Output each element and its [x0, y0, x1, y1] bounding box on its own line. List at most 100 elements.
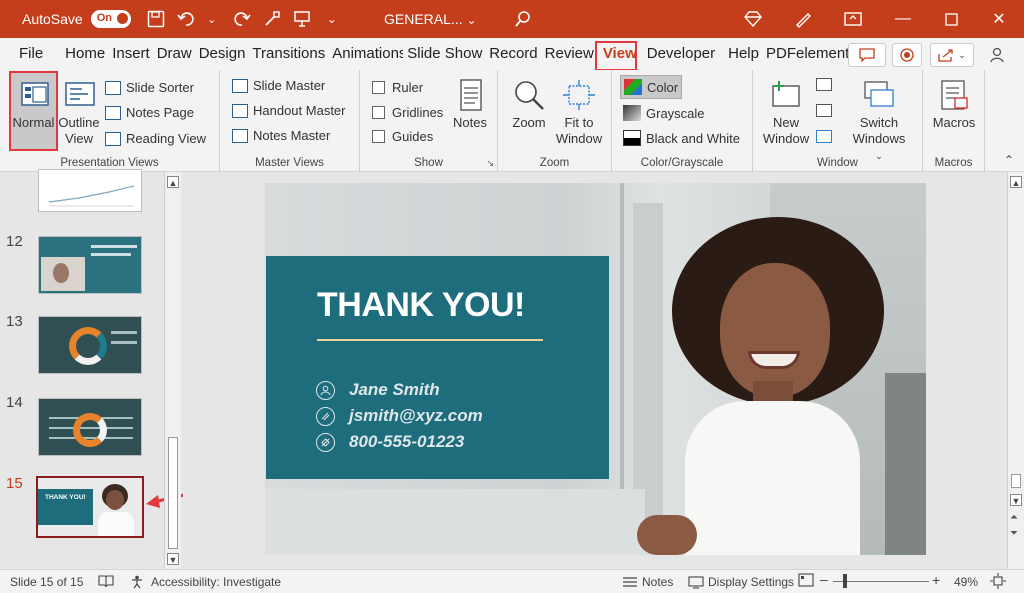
grayscale-swatch-icon	[623, 105, 641, 121]
ribbon-display-icon[interactable]	[830, 0, 876, 38]
share-icon[interactable]: ⌄	[930, 43, 974, 67]
tab-animations[interactable]: Animations	[329, 38, 403, 70]
slide-number-14: 14	[6, 394, 23, 411]
guides-checkbox[interactable]: Guides	[372, 129, 433, 144]
customize-qat-icon[interactable]: ⌄	[319, 6, 345, 32]
zoom-button[interactable]: Zoom	[508, 78, 550, 131]
undo-icon[interactable]	[173, 6, 199, 32]
ruler-checkbox[interactable]: Ruler	[372, 80, 423, 95]
scrollbar-thumb[interactable]	[168, 437, 178, 549]
contact-email-row: jsmith@xyz.com	[316, 406, 483, 426]
present-icon[interactable]	[289, 6, 315, 32]
undo-dropdown-icon[interactable]: ⌄	[199, 6, 225, 32]
tab-developer[interactable]: Developer	[644, 38, 718, 70]
tab-home[interactable]: Home	[62, 38, 108, 70]
ruler-check[interactable]	[372, 81, 385, 94]
slide-scrollbar[interactable]: ▲ ▼ ⏶ ⏷	[1007, 172, 1024, 569]
scroll-down-icon[interactable]: ▼	[1010, 494, 1022, 506]
previous-slide-icon[interactable]: ⏶	[1010, 512, 1018, 523]
move-split-icon[interactable]	[816, 130, 832, 143]
document-title[interactable]: GENERAL... ⌄	[384, 11, 477, 27]
slide-thumbnail-13[interactable]	[38, 316, 142, 374]
scroll-down-icon[interactable]: ▼	[167, 553, 179, 565]
reading-view-button[interactable]: Reading View	[105, 131, 206, 146]
tab-transitions[interactable]: Transitions	[249, 38, 328, 70]
tab-insert[interactable]: Insert	[109, 38, 153, 70]
handout-master-button[interactable]: Handout Master	[232, 103, 346, 118]
slide-thumbnail-11[interactable]	[38, 169, 142, 212]
normal-view-status-icon[interactable]	[798, 573, 814, 587]
cascade-icon[interactable]	[816, 104, 832, 117]
collapse-ribbon-icon[interactable]: ⌃	[1004, 153, 1014, 167]
zoom-slider-thumb[interactable]	[843, 574, 847, 588]
tab-pdfelement[interactable]: PDFelement	[763, 38, 852, 70]
tab-design[interactable]: Design	[196, 38, 249, 70]
slide-sorter-button[interactable]: Slide Sorter	[105, 80, 194, 95]
black-and-white-button[interactable]: Black and White	[623, 130, 740, 146]
outline-view-button[interactable]: Outline View	[58, 78, 100, 147]
slide-thumbnail-15[interactable]: THANK YOU!	[36, 476, 144, 538]
save-icon[interactable]	[143, 6, 169, 32]
switch-windows-button[interactable]: Switch Windows ⌄	[849, 78, 909, 164]
scroll-up-icon[interactable]: ▲	[1010, 176, 1022, 188]
slide-editing-canvas: THANK YOU! Jane Smith jsmith@xyz.com 800…	[183, 172, 1007, 569]
notes-button[interactable]: Notes	[448, 78, 492, 131]
grayscale-button[interactable]: Grayscale	[623, 105, 705, 121]
zoom-in-button[interactable]: +	[932, 572, 940, 588]
notes-page-button[interactable]: Notes Page	[105, 105, 194, 120]
fit-slide-icon[interactable]	[990, 573, 1006, 589]
color-button[interactable]: Color	[620, 75, 682, 99]
thumbnail-scrollbar[interactable]: ▲ ▼	[164, 172, 181, 569]
autosave-toggle[interactable]: On	[91, 10, 131, 28]
tab-file[interactable]: File	[16, 38, 46, 70]
slide-thumbnail-12[interactable]	[38, 236, 142, 294]
comments-icon[interactable]	[848, 43, 886, 67]
fit-to-window-button[interactable]: Fit to Window	[553, 78, 605, 147]
tab-record[interactable]: Record	[486, 38, 540, 70]
zoom-group: Zoom Fit to Window Zoom	[498, 70, 612, 172]
notes-status-label: Notes	[642, 575, 673, 589]
slide-master-button[interactable]: Slide Master	[232, 78, 325, 93]
redo-icon[interactable]	[229, 6, 255, 32]
slide-thumbnail-14[interactable]	[38, 398, 142, 456]
slide-15[interactable]: THANK YOU! Jane Smith jsmith@xyz.com 800…	[265, 183, 926, 555]
display-settings-button[interactable]: Display Settings	[688, 575, 794, 589]
notes-master-button[interactable]: Notes Master	[232, 128, 330, 143]
handout-master-icon	[232, 104, 248, 118]
next-slide-icon[interactable]: ⏷	[1010, 528, 1018, 539]
accessibility-label: Accessibility: Investigate	[151, 575, 281, 589]
person-icon	[316, 381, 335, 400]
zoom-slider-track[interactable]	[833, 581, 929, 582]
black-and-white-label: Black and White	[646, 131, 740, 146]
thank-you-panel[interactable]: THANK YOU! Jane Smith jsmith@xyz.com 800…	[266, 256, 609, 479]
arrange-all-icon[interactable]	[816, 78, 832, 91]
notes-label: Notes	[453, 115, 487, 131]
scroll-up-icon[interactable]: ▲	[167, 176, 179, 188]
normal-view-button[interactable]: Normal	[10, 78, 57, 131]
guides-check[interactable]	[372, 130, 385, 143]
contact-email: jsmith@xyz.com	[349, 406, 483, 426]
scrollbar-thumb[interactable]	[1011, 474, 1021, 488]
tab-draw[interactable]: Draw	[154, 38, 195, 70]
notes-toggle-button[interactable]: Notes	[622, 575, 673, 589]
maximize-icon[interactable]	[928, 0, 974, 38]
pen-icon[interactable]	[780, 0, 826, 38]
zoom-out-button[interactable]: –	[820, 571, 828, 587]
format-painter-icon[interactable]	[259, 6, 285, 32]
record-icon[interactable]	[892, 43, 922, 67]
tab-slide-show[interactable]: Slide Show	[404, 38, 485, 70]
accessibility-button[interactable]: Accessibility: Investigate	[130, 575, 281, 589]
tab-review[interactable]: Review	[542, 38, 597, 70]
minimize-icon[interactable]: —	[880, 0, 926, 38]
tab-help[interactable]: Help	[725, 38, 762, 70]
new-window-button[interactable]: New Window	[759, 78, 813, 147]
macros-button[interactable]: Macros	[929, 78, 979, 131]
spelling-icon[interactable]	[98, 575, 114, 588]
gridlines-check[interactable]	[372, 106, 385, 119]
zoom-level[interactable]: 49%	[954, 575, 978, 589]
user-presence-icon[interactable]	[985, 43, 1011, 67]
close-icon[interactable]: ✕	[976, 0, 1022, 38]
search-icon[interactable]	[500, 0, 546, 38]
diamond-premium-icon[interactable]	[730, 0, 776, 38]
gridlines-checkbox[interactable]: Gridlines	[372, 105, 443, 120]
